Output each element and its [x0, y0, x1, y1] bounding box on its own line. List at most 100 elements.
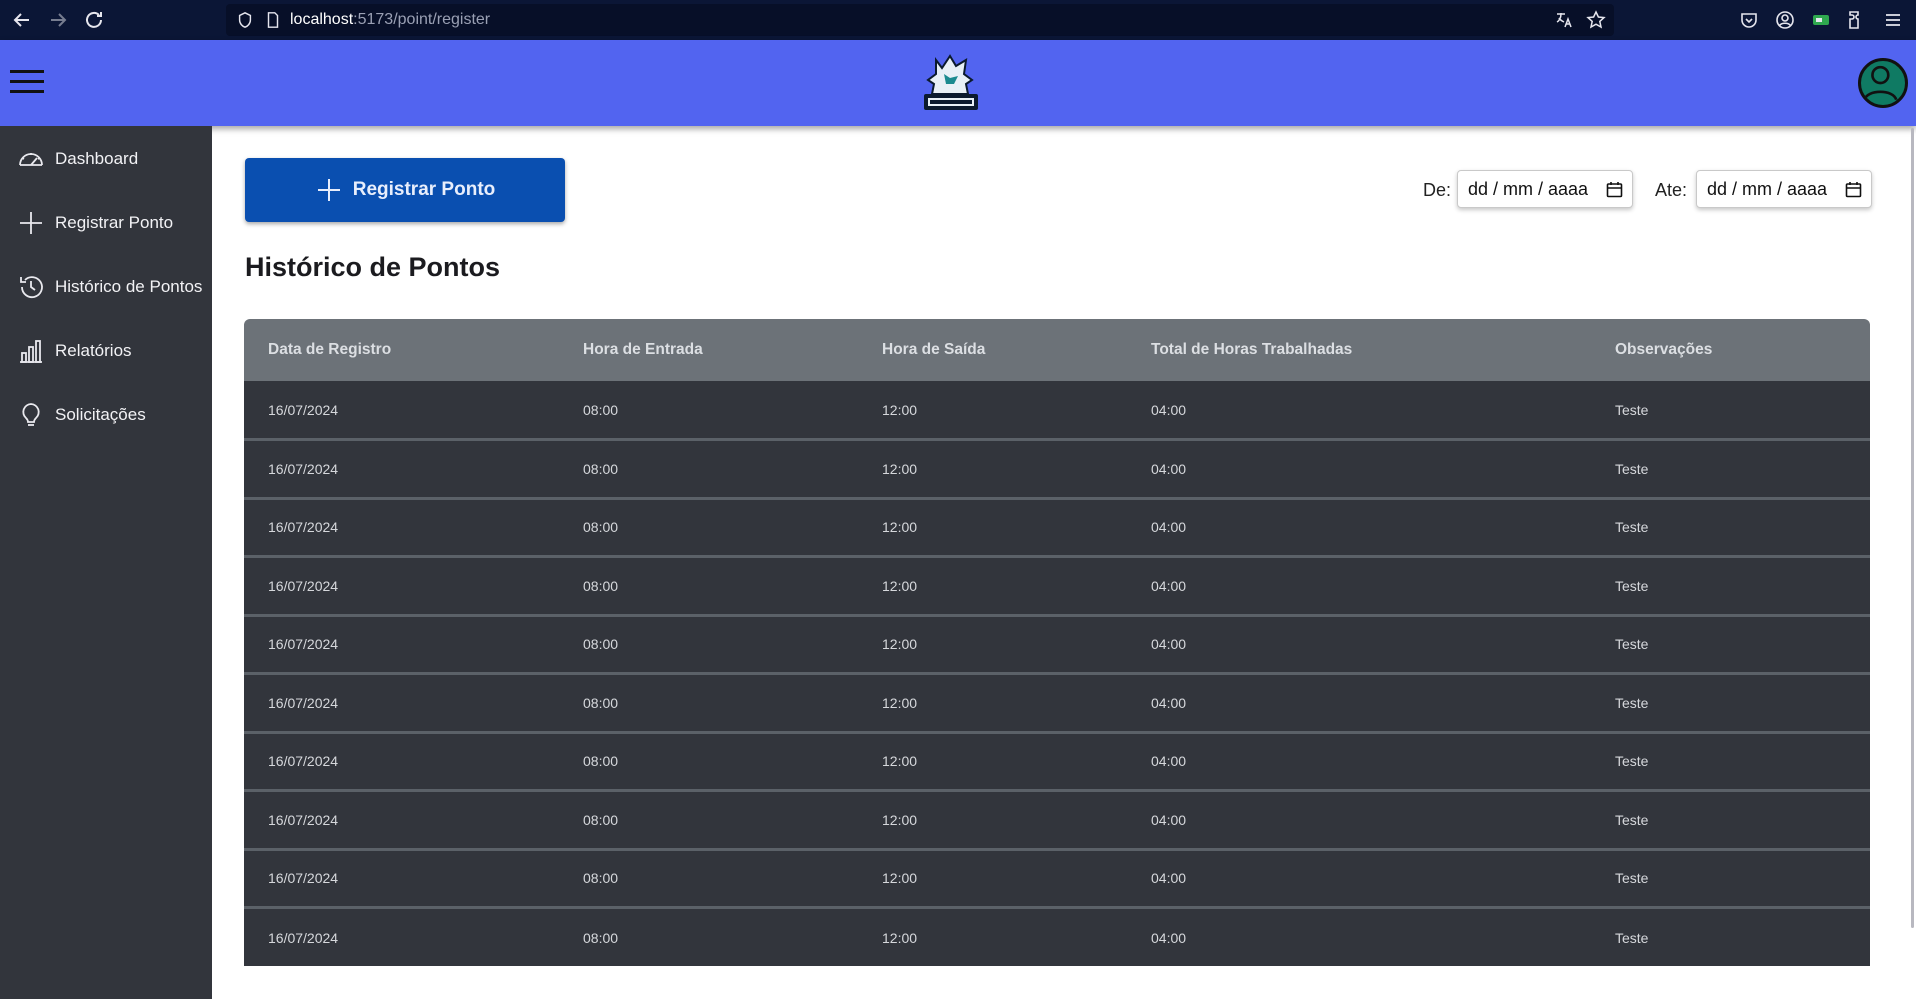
table-row[interactable]: 16/07/2024 08:00 12:00 04:00 Teste: [244, 615, 1870, 674]
column-header[interactable]: Observações: [1591, 319, 1870, 381]
table-cell: 16/07/2024: [268, 870, 339, 887]
table-cell: 12:00: [882, 811, 918, 828]
table-row[interactable]: 16/07/2024 08:00 12:00 04:00 Teste: [244, 907, 1870, 966]
reload-icon[interactable]: [82, 8, 106, 32]
sidebar-item-relatorios[interactable]: Relatórios: [0, 327, 212, 375]
table-cell: Teste: [1615, 811, 1649, 828]
table-cell: 12:00: [882, 694, 918, 711]
table-cell: Teste: [1615, 636, 1649, 653]
table-cell: Teste: [1615, 401, 1649, 418]
bookmark-star-icon[interactable]: [1586, 10, 1606, 30]
table-row[interactable]: 16/07/2024 08:00 12:00 04:00 Teste: [244, 732, 1870, 791]
sidebar: Dashboard Registrar Ponto Histórico de P…: [0, 126, 212, 999]
table-cell: 08:00: [583, 636, 619, 653]
url-host: localhost: [290, 11, 354, 28]
table-cell: 04:00: [1151, 401, 1187, 418]
table-cell: 08:00: [583, 694, 619, 711]
register-point-label: Registrar Ponto: [352, 179, 496, 200]
table-cell: 16/07/2024: [268, 753, 339, 770]
plus-icon: [317, 179, 340, 201]
table-cell: Teste: [1615, 870, 1649, 887]
table-cell: 12:00: [882, 870, 918, 887]
column-header[interactable]: Data de Registro: [244, 319, 559, 381]
forward-icon[interactable]: [46, 8, 70, 32]
table-cell: 16/07/2024: [268, 694, 339, 711]
translate-icon[interactable]: [1554, 10, 1574, 30]
table-cell: 04:00: [1151, 929, 1187, 946]
history-icon: [17, 273, 45, 301]
column-header[interactable]: Total de Horas Trabalhadas: [1127, 319, 1591, 381]
plus-icon: [17, 209, 45, 237]
speedometer-icon: [17, 145, 45, 173]
table-cell: 12:00: [882, 929, 918, 946]
bar-chart-icon: [17, 337, 45, 365]
extension-green-icon[interactable]: [1810, 9, 1832, 31]
table-row[interactable]: 16/07/2024 08:00 12:00 04:00 Teste: [244, 849, 1870, 908]
table-cell: 16/07/2024: [268, 519, 339, 536]
table-cell: 04:00: [1151, 460, 1187, 477]
back-icon[interactable]: [10, 8, 34, 32]
table-row[interactable]: 16/07/2024 08:00 12:00 04:00 Teste: [244, 381, 1870, 440]
pocket-icon[interactable]: [1738, 9, 1760, 31]
table-cell: 04:00: [1151, 519, 1187, 536]
to-date-input[interactable]: dd / mm / aaaa: [1696, 170, 1872, 208]
address-bar[interactable]: localhost:5173/point/register: [226, 4, 1614, 36]
calendar-icon[interactable]: [1606, 181, 1623, 198]
column-header[interactable]: Hora de Saída: [858, 319, 1127, 381]
user-avatar[interactable]: [1858, 58, 1908, 108]
table-cell: 12:00: [882, 636, 918, 653]
table-cell: Teste: [1615, 460, 1649, 477]
table-cell: 08:00: [583, 811, 619, 828]
lightbulb-icon: [17, 401, 45, 429]
table-cell: 12:00: [882, 401, 918, 418]
table-row[interactable]: 16/07/2024 08:00 12:00 04:00 Teste: [244, 790, 1870, 849]
account-icon[interactable]: [1774, 9, 1796, 31]
table-row[interactable]: 16/07/2024 08:00 12:00 04:00 Teste: [244, 439, 1870, 498]
calendar-icon[interactable]: [1845, 181, 1862, 198]
sidebar-item-label: Registrar Ponto: [55, 213, 174, 232]
menu-icon[interactable]: [1882, 9, 1904, 31]
table-cell: 16/07/2024: [268, 577, 339, 594]
table-row[interactable]: 16/07/2024 08:00 12:00 04:00 Teste: [244, 498, 1870, 557]
to-date-label: Ate:: [1655, 180, 1688, 200]
sidebar-item-dashboard[interactable]: Dashboard: [0, 135, 212, 183]
page-icon: [267, 12, 279, 28]
table-row[interactable]: 16/07/2024 08:00 12:00 04:00 Teste: [244, 556, 1870, 615]
from-date-input[interactable]: dd / mm / aaaa: [1457, 170, 1633, 208]
table-header-row: Data de Registro Hora de Entrada Hora de…: [244, 319, 1870, 381]
extensions-icon[interactable]: [1846, 9, 1868, 31]
table-cell: 16/07/2024: [268, 636, 339, 653]
table-cell: 08:00: [583, 577, 619, 594]
table-cell: Teste: [1615, 577, 1649, 594]
table-cell: 08:00: [583, 870, 619, 887]
column-header[interactable]: Hora de Entrada: [559, 319, 858, 381]
table-cell: 04:00: [1151, 577, 1187, 594]
table-cell: 08:00: [583, 519, 619, 536]
from-date-placeholder: dd / mm / aaaa: [1468, 178, 1589, 199]
table-cell: Teste: [1615, 929, 1649, 946]
hamburger-menu-icon[interactable]: [10, 64, 44, 98]
points-history-table: Data de Registro Hora de Entrada Hora de…: [244, 319, 1870, 966]
sidebar-item-label: Dashboard: [55, 149, 139, 168]
sidebar-item-historico[interactable]: Histórico de Pontos: [0, 263, 212, 311]
page-scrollbar[interactable]: [1911, 128, 1914, 928]
register-point-button[interactable]: Registrar Ponto: [245, 158, 565, 222]
url-text: localhost:5173/point/register: [290, 11, 490, 29]
table-cell: 12:00: [882, 753, 918, 770]
table-cell: Teste: [1615, 753, 1649, 770]
sidebar-item-registrar-ponto[interactable]: Registrar Ponto: [0, 199, 212, 247]
table-row[interactable]: 16/07/2024 08:00 12:00 04:00 Teste: [244, 673, 1870, 732]
main-content: Registrar Ponto De: dd / mm / aaaa Ate: …: [212, 126, 1916, 999]
from-date-label: De:: [1423, 180, 1452, 200]
browser-toolbar: localhost:5173/point/register: [0, 0, 1916, 40]
page-title: Histórico de Pontos: [245, 252, 501, 282]
user-icon: [1863, 65, 1898, 101]
table-cell: 16/07/2024: [268, 929, 339, 946]
shield-icon: [238, 11, 252, 28]
sidebar-item-label: Histórico de Pontos: [55, 277, 203, 296]
table-cell: 04:00: [1151, 636, 1187, 653]
table-cell: 08:00: [583, 460, 619, 477]
sidebar-item-label: Solicitações: [55, 405, 146, 424]
sidebar-item-solicitacoes[interactable]: Solicitações: [0, 391, 212, 439]
sidebar-item-label: Relatórios: [55, 341, 132, 360]
